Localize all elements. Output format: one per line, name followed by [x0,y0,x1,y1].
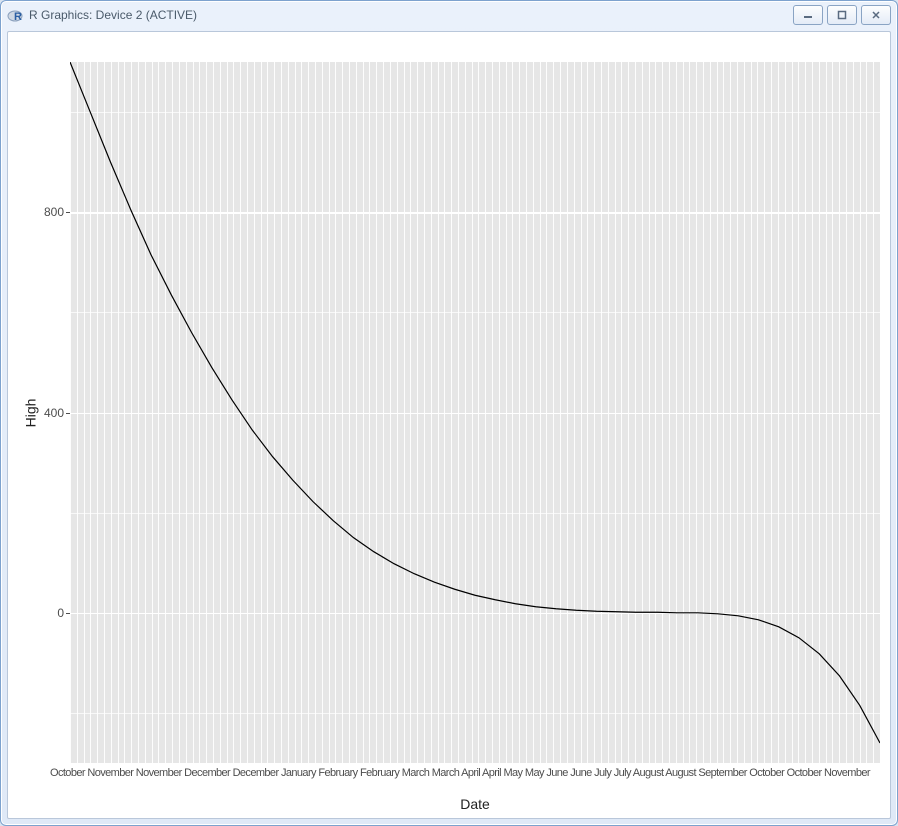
maximize-button[interactable] [827,5,857,25]
minimize-button[interactable] [793,5,823,25]
plot-client: High 0 400 800 October November November D… [7,31,891,819]
y-axis: High 0 400 800 [8,62,70,763]
ggplot-figure: High 0 400 800 October November November D… [8,32,890,818]
line-series [70,62,880,763]
r-app-icon: R [7,7,23,23]
y-tick-label: 800 [44,205,64,219]
x-axis-title: Date [70,796,880,812]
app-window: R R Graphics: Device 2 (ACTIVE) High 0 [0,0,898,826]
window-title: R Graphics: Device 2 (ACTIVE) [29,8,197,22]
y-tick-label: 400 [44,406,64,420]
x-axis-ticklabels: October November November December Decem… [50,767,886,779]
plot-panel [70,62,880,763]
y-axis-title: High [22,398,38,427]
y-tick-label: 0 [57,606,64,620]
svg-text:R: R [14,11,22,23]
close-button[interactable] [861,5,891,25]
window-controls [793,5,891,25]
titlebar[interactable]: R R Graphics: Device 2 (ACTIVE) [1,1,897,29]
x-axis: October November November December Decem… [70,763,880,818]
